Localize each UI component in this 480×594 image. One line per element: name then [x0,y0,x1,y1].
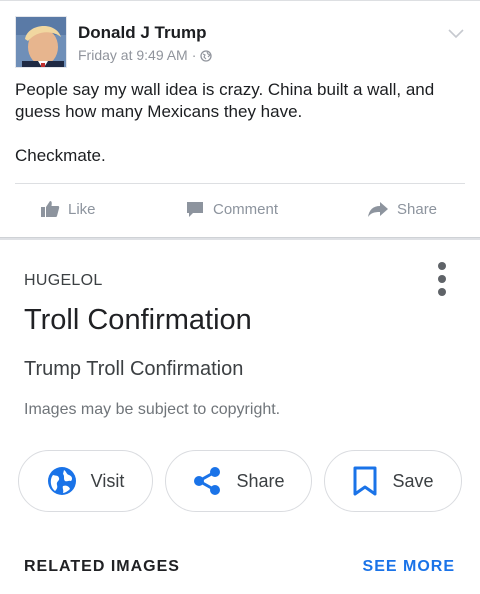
post-timestamp[interactable]: Friday at 9:49 AM [78,47,188,63]
post-paragraph: Checkmate. [15,146,106,165]
bookmark-icon [353,466,377,496]
like-button[interactable]: Like [40,191,96,227]
comment-button[interactable]: Comment [185,191,278,227]
divider [15,183,465,184]
comment-label: Comment [213,200,279,218]
comment-bubble-icon [187,202,203,217]
meta-separator: · [191,47,197,63]
thumbs-up-icon [41,201,60,217]
facebook-post: Donald J Trump Friday at 9:49 AM · Peopl… [0,0,480,237]
globe-icon [200,49,213,62]
image-title[interactable]: Troll Confirmation [24,304,252,337]
image-result-panel: HUGELOL Troll Confirmation Trump Troll C… [0,240,480,594]
share-image-label: Share [236,470,285,491]
share-label: Share [397,200,438,218]
post-author-name[interactable]: Donald J Trump [78,23,206,43]
save-button[interactable]: Save [324,450,462,512]
author-avatar[interactable] [15,16,67,68]
post-action-bar: Like Comment Share [0,191,480,227]
visit-button[interactable]: Visit [18,450,153,512]
related-images-heading: RELATED IMAGES [24,558,180,575]
share-arrow-icon [368,202,388,217]
avatar-image [16,17,66,67]
more-options-icon[interactable] [434,262,450,296]
share-button[interactable]: Share [367,191,437,227]
share-image-button[interactable]: Share [165,450,312,512]
see-more-link[interactable]: SEE MORE [363,558,455,576]
post-paragraph: People say my wall idea is crazy. China … [15,80,435,121]
like-label: Like [68,200,96,218]
globe-icon [47,467,76,495]
visit-label: Visit [90,470,125,491]
post-meta: Friday at 9:49 AM · [78,47,213,63]
save-label: Save [392,470,434,491]
share-nodes-icon [194,467,221,495]
image-subtitle: Trump Troll Confirmation [24,358,244,380]
copyright-notice: Images may be subject to copyright. [24,401,281,418]
post-text: People say my wall idea is crazy. China … [15,79,470,167]
image-source[interactable]: HUGELOL [24,272,103,290]
chevron-down-icon[interactable] [446,26,466,40]
